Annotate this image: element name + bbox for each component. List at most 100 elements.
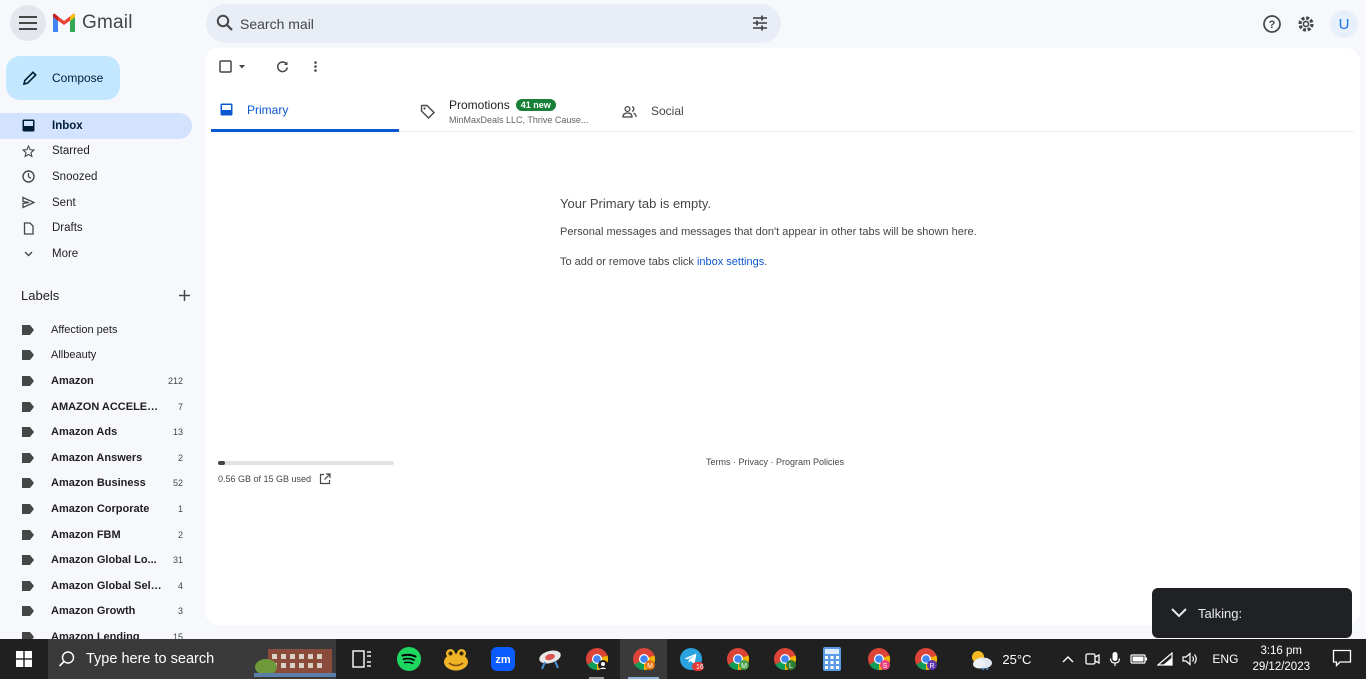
- nav-item-snoozed[interactable]: Snoozed: [0, 164, 192, 190]
- taskbar-chrome-2[interactable]: M: [620, 639, 667, 679]
- taskbar-chrome-6[interactable]: R: [902, 639, 949, 679]
- notification-icon: [1332, 649, 1352, 667]
- label-item[interactable]: Allbeauty: [0, 343, 192, 369]
- label-item[interactable]: Amazon FBM 2: [0, 522, 192, 548]
- category-tabs: Primary Promotions 41 new MinMaxDeals LL…: [211, 90, 1354, 132]
- meeting-camera-icon[interactable]: [1084, 651, 1101, 667]
- taskbar-chrome-4[interactable]: L: [761, 639, 808, 679]
- open-in-new-icon[interactable]: [319, 473, 331, 485]
- pencil-icon: [22, 71, 37, 86]
- taskbar-chrome-3[interactable]: M: [714, 639, 761, 679]
- label-item[interactable]: Amazon Answers 2: [0, 445, 192, 471]
- label-item[interactable]: Amazon Corporate 1: [0, 496, 192, 522]
- spotify-icon: [396, 647, 421, 671]
- people-icon: [622, 105, 637, 118]
- footer-links: Terms · Privacy · Program Policies: [706, 457, 844, 467]
- nav-item-drafts[interactable]: Drafts: [0, 215, 192, 241]
- label-name: Amazon Business: [51, 477, 146, 490]
- nav-label: Sent: [52, 196, 76, 209]
- main-menu-button[interactable]: [10, 5, 46, 41]
- start-button[interactable]: [0, 639, 48, 679]
- labels-title: Labels: [21, 288, 60, 303]
- microphone-icon[interactable]: [1109, 651, 1121, 667]
- privacy-link[interactable]: Privacy: [739, 457, 769, 467]
- terms-link[interactable]: Terms: [706, 457, 731, 467]
- tab-social[interactable]: Social: [622, 90, 684, 132]
- notification-center-button[interactable]: [1332, 649, 1354, 670]
- settings-gear-icon[interactable]: [1296, 14, 1316, 34]
- label-item[interactable]: AMAZON ACCELER... 7: [0, 394, 192, 420]
- label-unread-count: 15: [172, 631, 183, 639]
- talking-toast[interactable]: Talking:: [1152, 588, 1352, 638]
- nav-label: More: [52, 247, 79, 260]
- search-bar[interactable]: [206, 4, 781, 43]
- battery-icon[interactable]: [1130, 653, 1148, 665]
- program-policies-link[interactable]: Program Policies: [776, 457, 844, 467]
- label-item[interactable]: Amazon Ads 13: [0, 419, 192, 445]
- storage-fill: [218, 461, 225, 465]
- label-item[interactable]: Affection pets: [0, 317, 192, 343]
- chevron-down-icon[interactable]: [1170, 607, 1188, 619]
- help-icon[interactable]: ?: [1262, 14, 1282, 34]
- label-tag-icon: [22, 606, 34, 617]
- gmail-logo[interactable]: Gmail: [51, 12, 133, 34]
- weather-widget[interactable]: 25°C: [968, 648, 1031, 670]
- draft-icon: [23, 222, 34, 235]
- taskbar-calculator[interactable]: [808, 639, 855, 679]
- input-language[interactable]: ENG: [1212, 652, 1238, 666]
- taskbar-clock[interactable]: 3:16 pm 29/12/2023: [1252, 643, 1310, 675]
- storage-usage-text: 0.56 GB of 15 GB used: [218, 474, 312, 484]
- nav-item-sent[interactable]: Sent: [0, 190, 192, 216]
- compose-button[interactable]: Compose: [6, 56, 120, 100]
- mail-toolbar: [219, 60, 322, 73]
- taskbar-spotify[interactable]: [385, 639, 432, 679]
- label-item[interactable]: Amazon 212: [0, 368, 192, 394]
- label-item[interactable]: Amazon Global Lo... 31: [0, 547, 192, 573]
- nav-label: Starred: [52, 145, 90, 158]
- tab-promotions[interactable]: Promotions 41 new MinMaxDeals LLC, Thriv…: [420, 90, 620, 132]
- label-tag-icon: [22, 375, 34, 386]
- refresh-icon[interactable]: [276, 60, 289, 73]
- taskbar-chrome-5[interactable]: S: [855, 639, 902, 679]
- inbox-settings-link[interactable]: inbox settings: [697, 256, 764, 268]
- tab-label: Promotions: [449, 97, 510, 112]
- search-icon[interactable]: [216, 14, 234, 32]
- taskbar-app-frog[interactable]: [432, 639, 479, 679]
- wifi-icon[interactable]: [1157, 652, 1174, 666]
- partly-cloudy-icon: [972, 651, 993, 670]
- taskbar-zoom[interactable]: zm: [479, 639, 526, 679]
- label-name: Amazon Global Sell...: [51, 579, 162, 592]
- mailbox-nav: Inbox Starred Snoozed Sent Drafts More: [0, 113, 192, 267]
- label-item[interactable]: Amazon Global Sell... 4: [0, 573, 192, 599]
- label-tag-icon: [22, 478, 34, 489]
- chevron-up-icon[interactable]: [1061, 654, 1075, 664]
- tab-primary[interactable]: Primary: [211, 90, 399, 132]
- label-item[interactable]: Amazon Growth 3: [0, 599, 192, 625]
- chrome-icon: L: [773, 648, 796, 671]
- nav-item-inbox[interactable]: Inbox: [0, 113, 192, 139]
- label-item[interactable]: Amazon Business 52: [0, 471, 192, 497]
- label-unread-count: 2: [177, 529, 183, 540]
- taskbar-search[interactable]: Type here to search: [48, 639, 336, 679]
- label-tag-icon: [22, 503, 34, 514]
- label-list: Affection pets Allbeauty Amazon 212 AMAZON A…: [0, 317, 192, 639]
- empty-state: Your Primary tab is empty. Personal mess…: [560, 196, 977, 268]
- search-input[interactable]: [240, 4, 720, 43]
- search-options-icon[interactable]: [751, 14, 769, 32]
- speaker-volume-icon[interactable]: [1182, 652, 1200, 666]
- more-vertical-icon[interactable]: [309, 60, 322, 73]
- select-all-checkbox[interactable]: [219, 60, 246, 73]
- add-label-icon[interactable]: [178, 289, 191, 302]
- label-item[interactable]: Amazon Lending 15: [0, 624, 192, 639]
- nav-item-starred[interactable]: Starred: [0, 139, 192, 165]
- taskbar-app-satellite[interactable]: [526, 639, 573, 679]
- taskbar-chrome-1[interactable]: [573, 639, 620, 679]
- label-tag-icon: [22, 631, 34, 639]
- toast-text: Talking:: [1198, 605, 1243, 621]
- nav-item-more[interactable]: More: [0, 241, 192, 267]
- taskbar-telegram[interactable]: 16: [667, 639, 714, 679]
- account-avatar[interactable]: U: [1330, 10, 1358, 38]
- inbox-icon: [220, 103, 233, 116]
- svg-text:S: S: [882, 663, 887, 670]
- task-view-button[interactable]: [338, 639, 385, 679]
